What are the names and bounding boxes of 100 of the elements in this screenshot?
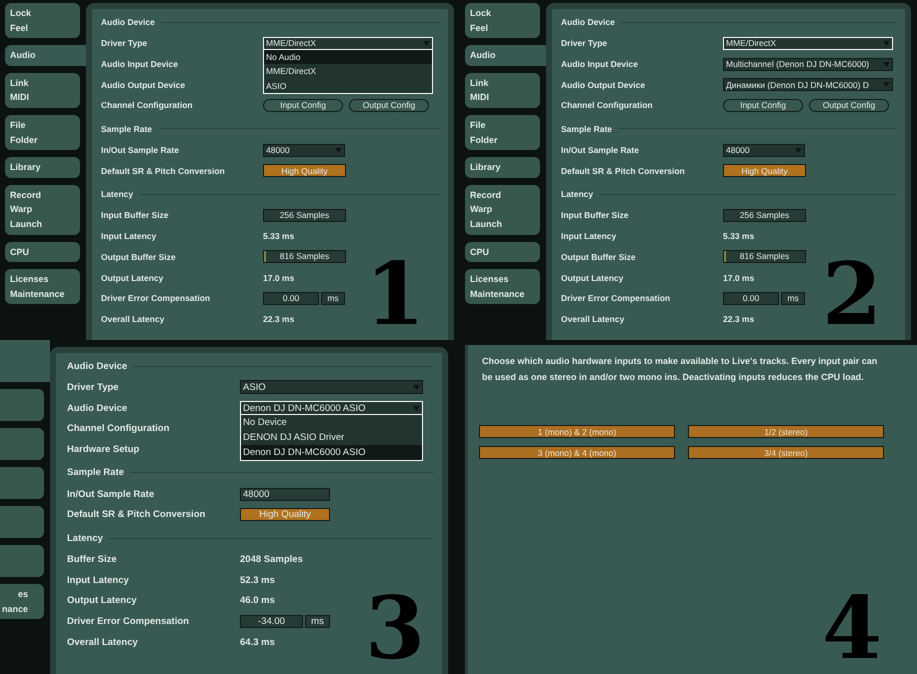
dropdown[interactable]: 48000 bbox=[263, 144, 345, 157]
caret-icon bbox=[883, 40, 890, 46]
sidebar-tab[interactable]: Audio bbox=[465, 45, 546, 66]
sidebar-tab[interactable]: Lock Feel bbox=[5, 3, 80, 38]
sidebar-tab[interactable]: File Folder bbox=[465, 114, 540, 150]
menu-option[interactable]: Denon DJ DN-MC6000 ASIO bbox=[241, 445, 422, 460]
setting-label: Overall Latency bbox=[67, 636, 139, 648]
section-title: Sample Rate bbox=[67, 467, 126, 478]
dropdown[interactable]: Multichannel (Denon DJ DN-MC6000) bbox=[723, 58, 893, 71]
setting-label: Overall Latency bbox=[561, 314, 626, 324]
setting-label: Input Buffer Size bbox=[561, 210, 630, 220]
sidebar-tab[interactable] bbox=[0, 389, 44, 421]
setting-label: Channel Configuration bbox=[101, 100, 194, 110]
input-channel-button[interactable]: 1/2 (stereo) bbox=[688, 425, 884, 438]
setting-label: Output Buffer Size bbox=[561, 252, 637, 262]
menu-option[interactable]: ASIO bbox=[264, 78, 432, 94]
config-button[interactable]: Output Config bbox=[349, 98, 429, 112]
caret-icon bbox=[883, 62, 890, 67]
setting-label: Hardware Setup bbox=[67, 444, 140, 455]
menu-option[interactable]: DENON DJ ASIO Driver bbox=[241, 430, 422, 446]
dropdown[interactable]: ASIO bbox=[240, 380, 423, 394]
setting-label: Input Buffer Size bbox=[101, 210, 170, 220]
config-button[interactable]: Input Config bbox=[263, 98, 343, 112]
value-slider[interactable]: 816 Samples bbox=[723, 250, 806, 264]
value-text: 22.3 ms bbox=[723, 314, 754, 324]
input-channel-button[interactable]: 3/4 (stereo) bbox=[688, 446, 884, 459]
setting-label: In/Out Sample Rate bbox=[67, 488, 156, 500]
setting-label: In/Out Sample Rate bbox=[101, 145, 180, 156]
sidebar-tab[interactable]: Licenses Maintenance bbox=[465, 269, 540, 304]
setting-label: Channel Configuration bbox=[67, 423, 170, 434]
quality-toggle[interactable]: High Quality bbox=[263, 164, 346, 178]
setting-label: Output Latency bbox=[561, 272, 624, 283]
setting-label: Audio Output Device bbox=[561, 80, 646, 90]
unit-label: ms bbox=[321, 292, 345, 305]
sidebar-tab[interactable]: Library bbox=[5, 157, 80, 178]
menu-option[interactable]: MME/DirectX bbox=[264, 64, 432, 79]
sidebar-tab[interactable]: Lock Feel bbox=[465, 3, 540, 38]
sidebar-tab[interactable]: CPU bbox=[465, 242, 540, 262]
setting-label: Default SR & Pitch Conversion bbox=[67, 509, 206, 520]
dropdown[interactable]: Динамики (Denon DJ DN-MC6000) D bbox=[723, 78, 893, 92]
sidebar-tab[interactable]: CPU bbox=[5, 242, 80, 262]
setting-label: Default SR & Pitch Conversion bbox=[561, 166, 686, 176]
sidebar-tab[interactable]: Record Warp Launch bbox=[465, 184, 540, 235]
description-text: Choose which audio hardware inputs to make available to Live's tracks. Every input pair can be used as one stereo in and/or two mono ins. Deactivating inputs reduces the CPU load. bbox=[482, 355, 878, 384]
sidebar-tab[interactable]: es nance bbox=[0, 584, 44, 620]
value-text: 52.3 ms bbox=[240, 574, 275, 586]
setting-label: Default SR & Pitch Conversion bbox=[101, 166, 226, 176]
setting-label: Audio Output Device bbox=[101, 80, 186, 90]
setting-label: Output Latency bbox=[101, 272, 164, 283]
dropdown[interactable]: MME/DirectX bbox=[723, 36, 893, 50]
value-text: 17.0 ms bbox=[263, 272, 294, 283]
sidebar-tab[interactable]: Link MIDI bbox=[465, 72, 540, 108]
section-title: Audio Device bbox=[561, 17, 616, 27]
value-field[interactable]: 0.00 bbox=[723, 292, 779, 305]
setting-label: Overall Latency bbox=[101, 314, 166, 324]
value-field[interactable]: -34.00 bbox=[240, 615, 303, 628]
sidebar-tab[interactable]: Audio bbox=[5, 45, 86, 66]
caret-icon bbox=[423, 40, 430, 46]
input-channel-button[interactable]: 3 (mono) & 4 (mono) bbox=[479, 446, 675, 459]
sidebar-tab[interactable]: Link MIDI bbox=[5, 72, 80, 108]
dropdown[interactable]: 48000 bbox=[723, 144, 805, 157]
quality-toggle[interactable]: High Quality bbox=[723, 164, 806, 178]
sidebar-tab[interactable] bbox=[0, 545, 44, 577]
setting-label: In/Out Sample Rate bbox=[561, 145, 640, 156]
sidebar-tab[interactable] bbox=[0, 340, 50, 382]
value-text: 22.3 ms bbox=[263, 314, 294, 324]
section-title: Latency bbox=[101, 189, 134, 200]
sidebar-tab[interactable]: Licenses Maintenance bbox=[5, 269, 80, 304]
value-text: 46.0 ms bbox=[240, 595, 275, 606]
sidebar-tab[interactable] bbox=[0, 467, 44, 499]
handwritten-number: 1 bbox=[365, 252, 425, 338]
value-text: 17.0 ms bbox=[723, 272, 754, 283]
setting-label: Output Buffer Size bbox=[101, 252, 177, 262]
sidebar-tab[interactable]: Record Warp Launch bbox=[5, 184, 80, 235]
caret-icon bbox=[413, 406, 420, 411]
input-channel-button[interactable]: 1 (mono) & 2 (mono) bbox=[479, 425, 675, 438]
setting-label: Driver Type bbox=[561, 38, 608, 48]
sidebar-tab[interactable]: Library bbox=[465, 157, 540, 178]
value-field[interactable]: 0.00 bbox=[263, 292, 319, 305]
menu-option[interactable]: No Audio bbox=[264, 50, 432, 64]
value-field[interactable]: 256 Samples bbox=[263, 208, 346, 222]
section-title: Sample Rate bbox=[561, 124, 614, 134]
setting-label: Audio Input Device bbox=[101, 59, 179, 70]
setting-label: Input Latency bbox=[101, 231, 158, 242]
setting-label: Buffer Size bbox=[67, 554, 118, 565]
setting-label: Output Latency bbox=[67, 595, 138, 606]
menu-option[interactable]: No Device bbox=[241, 415, 422, 430]
section-title: Latency bbox=[67, 532, 104, 544]
quality-toggle[interactable]: High Quality bbox=[240, 508, 330, 522]
dropdown[interactable]: MME/DirectX bbox=[263, 36, 433, 50]
section-title: Sample Rate bbox=[101, 124, 154, 134]
input-field[interactable]: 48000 bbox=[240, 488, 330, 501]
value-slider[interactable]: 816 Samples bbox=[263, 250, 346, 264]
config-button[interactable]: Input Config bbox=[723, 98, 803, 112]
dropdown[interactable]: Denon DJ DN-MC6000 ASIO bbox=[240, 401, 423, 416]
config-button[interactable]: Output Config bbox=[809, 98, 889, 112]
sidebar-tab[interactable]: File Folder bbox=[5, 114, 80, 150]
sidebar-tab[interactable] bbox=[0, 506, 44, 538]
sidebar-tab[interactable] bbox=[0, 428, 44, 460]
value-field[interactable]: 256 Samples bbox=[723, 208, 806, 222]
